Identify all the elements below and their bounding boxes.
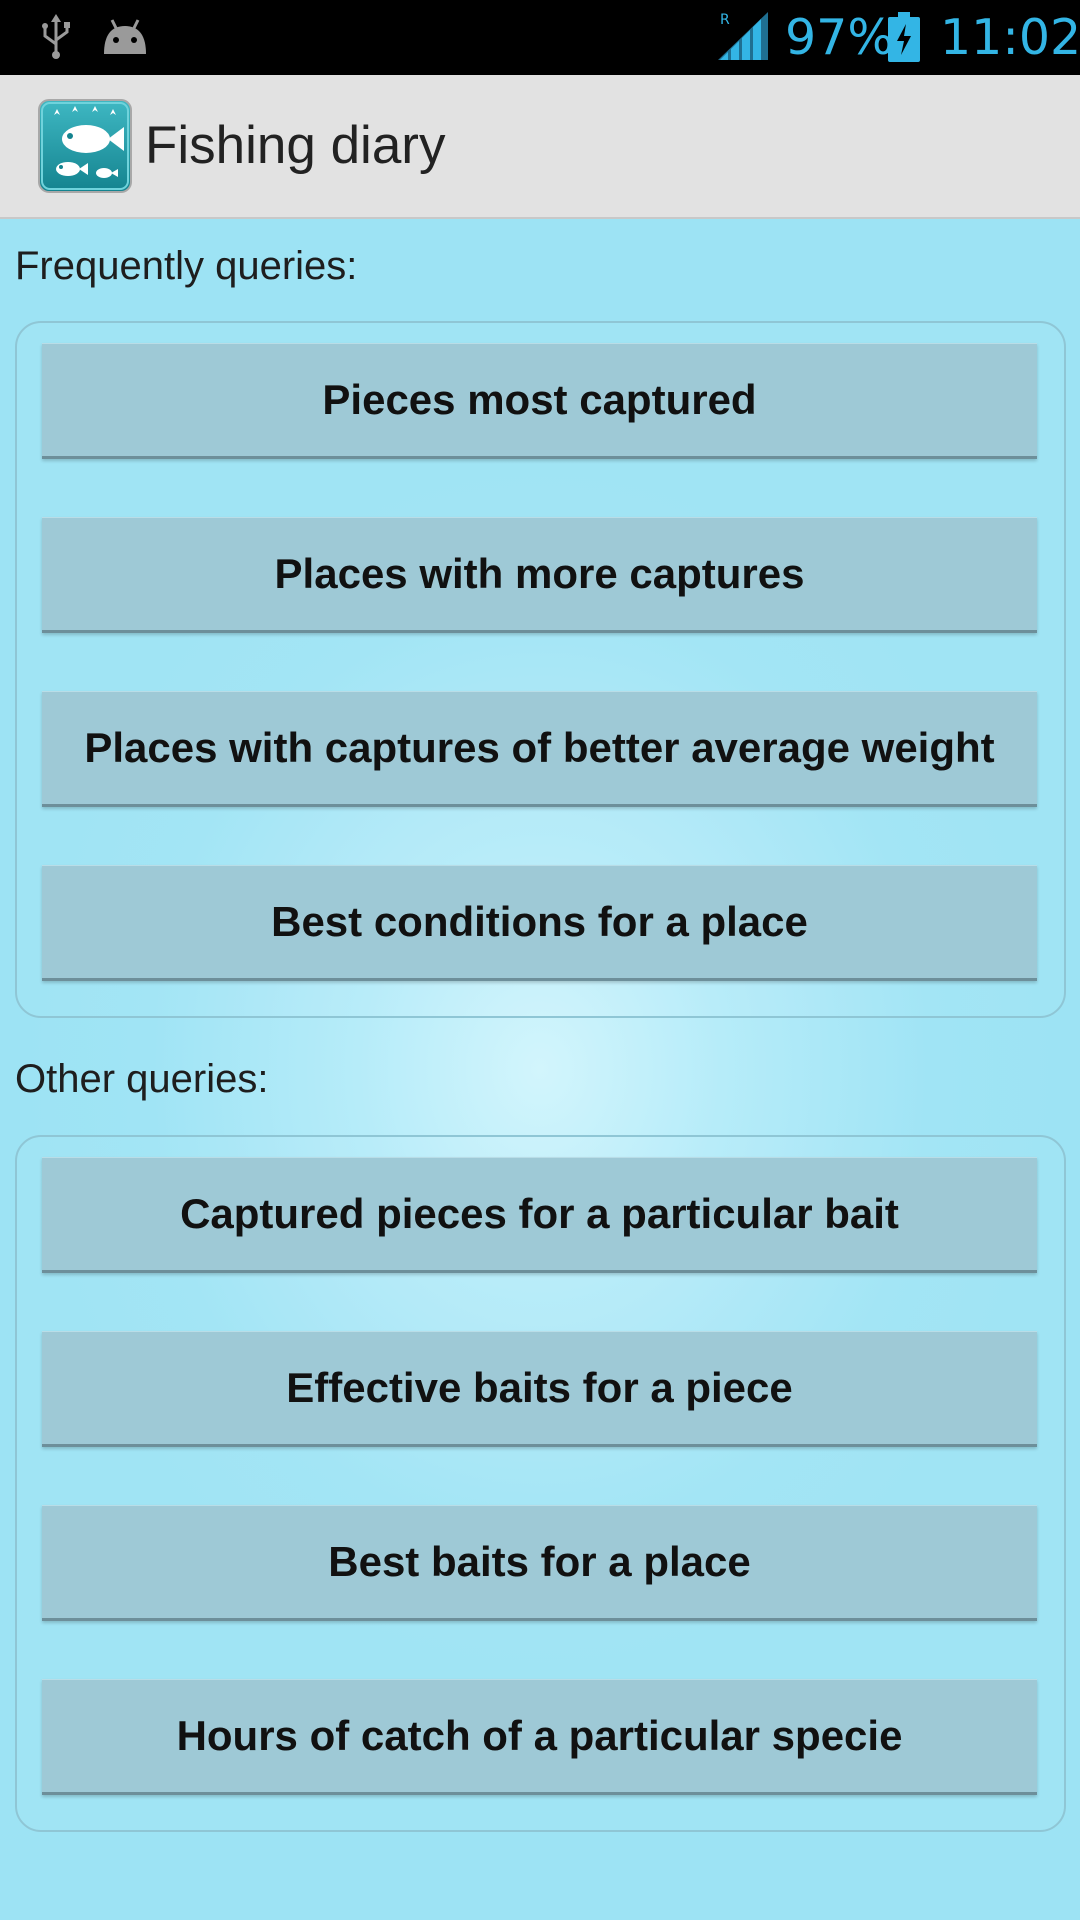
other-queries-label: Other queries:	[15, 1057, 269, 1101]
frequent-queries-group: Pieces most captured Places with more ca…	[15, 321, 1066, 1018]
best-conditions-place-button[interactable]: Best conditions for a place	[42, 865, 1037, 981]
captured-pieces-bait-button[interactable]: Captured pieces for a particular bait	[42, 1157, 1037, 1273]
content-area: Frequently queries: Pieces most captured…	[0, 219, 1080, 1920]
places-more-captures-button[interactable]: Places with more captures	[42, 517, 1037, 633]
hours-of-catch-specie-button[interactable]: Hours of catch of a particular specie	[42, 1679, 1037, 1795]
clock: 11:02	[940, 9, 1080, 66]
places-better-average-weight-button[interactable]: Places with captures of better average w…	[42, 691, 1037, 807]
battery-percent: 97%	[785, 9, 894, 66]
frequent-queries-label: Frequently queries:	[15, 244, 358, 288]
best-baits-place-button[interactable]: Best baits for a place	[42, 1505, 1037, 1621]
battery-charging-icon	[888, 12, 920, 62]
other-queries-group: Captured pieces for a particular bait Ef…	[15, 1135, 1066, 1832]
signal-roaming-icon: R	[718, 12, 768, 60]
effective-baits-piece-button[interactable]: Effective baits for a piece	[42, 1331, 1037, 1447]
pieces-most-captured-button[interactable]: Pieces most captured	[42, 343, 1037, 459]
app-title: Fishing diary	[145, 116, 446, 175]
status-bar: R 97% 11:02	[0, 0, 1080, 75]
action-bar: Fishing diary	[0, 75, 1080, 219]
usb-icon	[42, 14, 70, 59]
fishing-diary-app-icon[interactable]	[38, 99, 132, 193]
roaming-indicator: R	[720, 12, 730, 28]
android-debug-icon	[104, 19, 146, 54]
